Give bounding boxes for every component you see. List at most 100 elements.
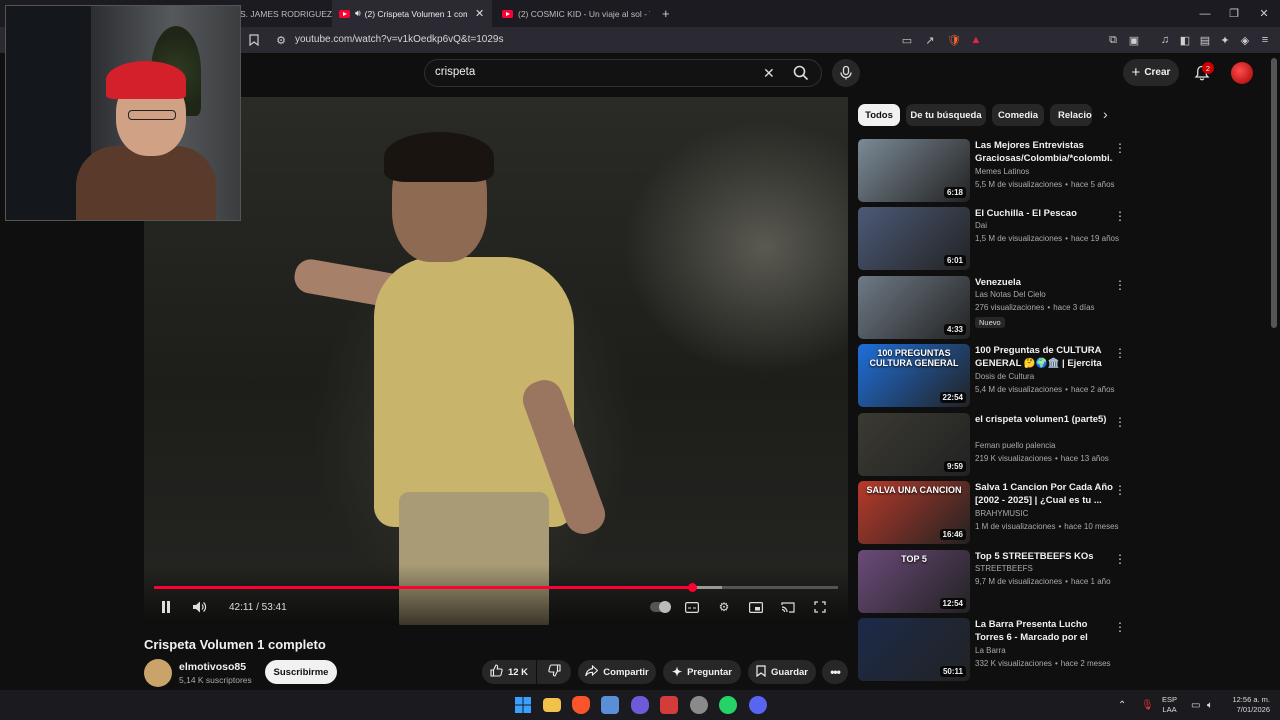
chip-todos[interactable]: Todos [858, 104, 900, 126]
more-vertical-icon[interactable]: ⋮ [1114, 278, 1126, 292]
microphone-tray-icon[interactable]: 🎙︎ [1141, 690, 1154, 720]
brave-shield-icon[interactable]: 🛡︎ [946, 32, 962, 48]
menu-icon[interactable]: ≡ [1257, 32, 1273, 48]
windows-start-icon[interactable] [514, 696, 532, 714]
like-button[interactable]: 12 K [482, 660, 536, 684]
rewards-icon[interactable]: ▲ [968, 32, 984, 48]
recommendation-channel[interactable]: BRAHYMUSIC [975, 509, 1028, 518]
recommendation-title[interactable]: Salva 1 Cancion Por Cada Año [2002 - 202… [975, 481, 1113, 507]
save-button[interactable]: Guardar [748, 660, 816, 684]
volume-tray-icon[interactable]: 🔈︎ [1207, 690, 1213, 720]
recommendation-title[interactable]: Top 5 STREETBEEFS KOs [975, 550, 1113, 563]
recommendation-channel[interactable]: Las Notas Del Cielo [975, 290, 1046, 299]
search-icon[interactable] [793, 65, 809, 86]
recommendation-item[interactable]: 50:11 La Barra Presenta Lucho Torres 6 - … [858, 618, 1128, 682]
settings-gear-icon[interactable]: ⚙︎ [713, 597, 735, 617]
wallet-icon[interactable]: ▤ [1197, 32, 1213, 48]
video-thumbnail[interactable]: 100 PREGUNTAS CULTURA GENERAL 22:54 [858, 344, 970, 407]
video-player[interactable]: 42:11 / 53:41 ⚙︎ [144, 97, 848, 625]
recommendation-channel[interactable]: STREETBEEFS [975, 564, 1033, 573]
brave-browser-icon[interactable] [572, 696, 590, 714]
video-thumbnail[interactable]: 9:59 [858, 413, 970, 476]
language-indicator[interactable]: ESP LAA [1162, 690, 1177, 720]
clock[interactable]: 12:56 a. m. 7/01/2026 [1226, 690, 1270, 720]
recommendation-item[interactable]: 4:33 Venezuela Las Notas Del Cielo 276 visu… [858, 276, 1128, 340]
subscribe-button[interactable]: Suscribirme [265, 660, 337, 684]
scrubber-handle[interactable] [687, 583, 697, 592]
vpn-icon[interactable]: ◈ [1237, 32, 1253, 48]
more-vertical-icon[interactable]: ⋮ [1114, 141, 1126, 155]
recommendation-channel[interactable]: Dai [975, 221, 987, 230]
recommendation-item[interactable]: 9:59 el crispeta volumen1 (parte5) Feman p… [858, 413, 1128, 477]
channel-name[interactable]: elmotivoso85 [179, 661, 246, 673]
ask-button[interactable]: ✦ Preguntar [663, 660, 741, 684]
recommendation-item[interactable]: 6:18 Las Mejores Entrevistas Graciosas/Co… [858, 139, 1128, 203]
miniplayer-icon[interactable] [745, 597, 767, 617]
close-window-icon[interactable]: ✕ [1248, 0, 1280, 27]
network-icon[interactable]: ▭ [1191, 690, 1200, 720]
dislike-button[interactable] [537, 660, 571, 684]
recommendation-channel[interactable]: Memes Latinos [975, 167, 1029, 176]
voice-search-icon[interactable] [832, 59, 860, 87]
cast-icon[interactable]: ▭ [899, 32, 915, 48]
recommendation-title[interactable]: Las Mejores Entrevistas Graciosas/Colomb… [975, 139, 1113, 165]
cast-icon[interactable] [777, 597, 799, 617]
subtitles-icon[interactable] [681, 597, 703, 617]
recommendation-title[interactable]: Venezuela [975, 276, 1113, 289]
more-vertical-icon[interactable]: ⋮ [1114, 209, 1126, 223]
share-button[interactable]: Compartir [578, 660, 656, 684]
recommendation-title[interactable]: La Barra Presenta Lucho Torres 6 - Marca… [975, 618, 1113, 644]
more-vertical-icon[interactable]: ⋮ [1114, 346, 1126, 360]
media-icon[interactable]: ♫ [1157, 32, 1173, 48]
autoplay-toggle[interactable] [649, 597, 671, 617]
clear-search-icon[interactable]: ✕ [763, 65, 775, 82]
recommendation-item[interactable]: SALVA UNA CANCION 16:46 Salva 1 Cancion Po… [858, 481, 1128, 545]
close-tab-icon[interactable]: ✕ [475, 7, 484, 20]
video-thumbnail[interactable]: 4:33 [858, 276, 970, 339]
whatsapp-icon[interactable] [719, 696, 737, 714]
video-thumbnail[interactable]: 6:01 [858, 207, 970, 270]
more-vertical-icon[interactable]: ⋮ [1114, 415, 1126, 429]
browser-tab[interactable]: S. JAMES RODRIGUEZ [240, 0, 332, 27]
video-thumbnail[interactable]: SALVA UNA CANCION 16:46 [858, 481, 970, 544]
channel-avatar[interactable] [144, 659, 172, 687]
url-field[interactable]: youtube.com/watch?v=v1kOedkp6vQ&t=1029s [295, 34, 503, 45]
store-icon[interactable] [601, 696, 619, 714]
video-thumbnail[interactable]: 50:11 [858, 618, 970, 681]
volume-icon[interactable] [189, 597, 211, 617]
site-settings-icon[interactable]: ⚙︎ [273, 32, 289, 48]
app-icon[interactable] [660, 696, 678, 714]
create-button[interactable]: + Crear [1123, 59, 1179, 86]
browser-tab[interactable]: (2) COSMIC KID - Un viaje al sol - You [500, 0, 650, 27]
recommendation-item[interactable]: 100 PREGUNTAS CULTURA GENERAL 22:54 100 Pr… [858, 344, 1128, 408]
more-vertical-icon[interactable]: ⋮ [1114, 552, 1126, 566]
video-thumbnail[interactable]: TOP 5 12:54 [858, 550, 970, 613]
restore-icon[interactable]: ❐ [1218, 0, 1250, 27]
pause-icon[interactable] [155, 597, 177, 617]
extensions-icon[interactable]: ⧉ [1105, 32, 1121, 48]
game-controller-icon[interactable] [631, 696, 649, 714]
recommendation-channel[interactable]: La Barra [975, 646, 1006, 655]
sidebar-icon[interactable]: ◧ [1177, 32, 1193, 48]
search-input[interactable] [435, 66, 755, 78]
discord-icon[interactable] [749, 696, 767, 714]
chip-comedia[interactable]: Comedia [992, 104, 1044, 126]
settings-app-icon[interactable] [690, 696, 708, 714]
fullscreen-icon[interactable] [809, 597, 831, 617]
tray-chevron-icon[interactable]: ⌃ [1118, 690, 1126, 720]
scrollbar[interactable] [1271, 58, 1277, 328]
new-tab-icon[interactable]: + [662, 0, 676, 27]
recommendation-title[interactable]: 100 Preguntas de CULTURA GENERAL 🤔🌍🏛️ | … [975, 344, 1113, 370]
bookmark-icon[interactable] [246, 32, 262, 48]
recommendation-channel[interactable]: Feman puello palencia [975, 441, 1056, 450]
more-actions-button[interactable]: ••• [822, 660, 848, 684]
browser-tab-active[interactable]: 🔊︎ (2) Crispeta Volumen 1 compl ✕ [332, 0, 492, 27]
chip-relacionados[interactable]: Relacio [1050, 104, 1092, 126]
recommendation-item[interactable]: 6:01 El Cuchilla - El Pescao Dai 1,5 M de v… [858, 207, 1128, 271]
more-vertical-icon[interactable]: ⋮ [1114, 483, 1126, 497]
chevron-right-icon[interactable]: › [1103, 106, 1108, 122]
minimize-icon[interactable]: — [1189, 0, 1221, 27]
recommendation-channel[interactable]: Dosis de Cultura [975, 372, 1034, 381]
leo-ai-icon[interactable]: ✦ [1217, 32, 1233, 48]
recommendation-title[interactable]: el crispeta volumen1 (parte5) [975, 413, 1113, 426]
